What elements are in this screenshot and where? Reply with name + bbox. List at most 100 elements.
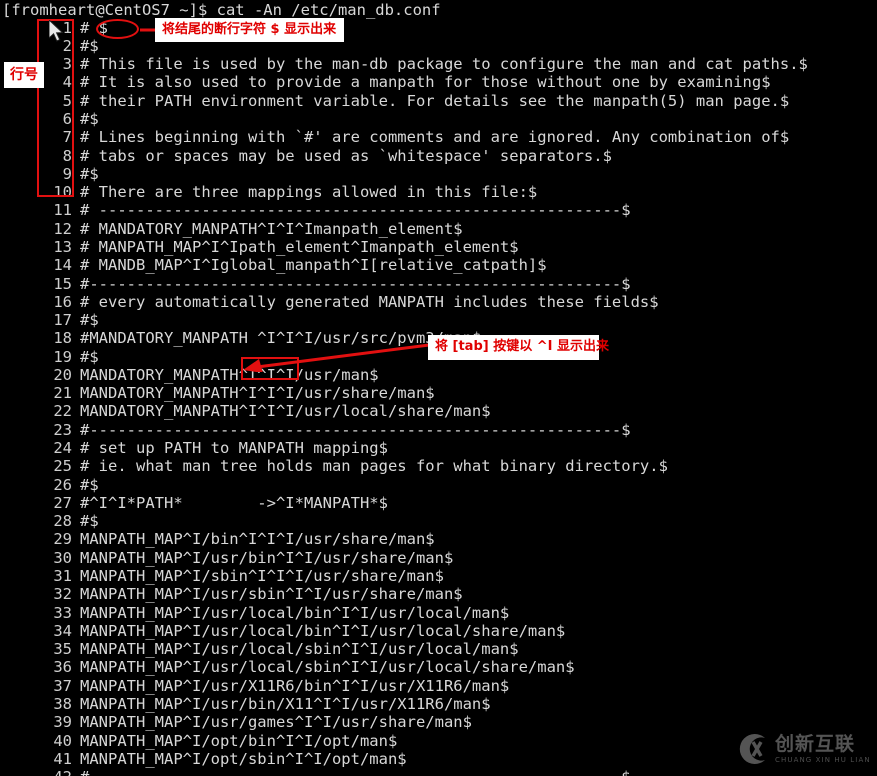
code-line: 28 #$ [0, 512, 877, 530]
line-number: 37 [53, 676, 72, 695]
line-content: #^I^I*PATH* ->^I*MANPATH*$ [80, 493, 388, 512]
line-content: # There are three mappings allowed in th… [80, 183, 538, 202]
line-number: 17 [53, 311, 72, 330]
line-content: # every automatically generated MANPATH … [80, 292, 659, 311]
line-number: 32 [53, 585, 72, 604]
line-number: 36 [53, 658, 72, 677]
line-number: 31 [53, 567, 72, 585]
line-content: MANPATH_MAP^I/usr/X11R6/bin^I^I/usr/X11R… [80, 676, 510, 695]
line-number: 16 [53, 292, 72, 311]
line-content: #$ [80, 347, 99, 366]
code-line: 25 # ie. what man tree holds man pages fo… [0, 457, 877, 475]
line-number: 41 [53, 749, 72, 768]
line-number: 13 [53, 237, 72, 256]
line-content: # Lines beginning with `#' are comments … [80, 128, 790, 147]
line-content: MANPATH_MAP^I/usr/sbin^I^I/usr/share/man… [80, 585, 463, 604]
line-number: 33 [53, 603, 72, 622]
line-number: 15 [53, 274, 72, 293]
line-content: #---------------------------------------… [80, 768, 631, 776]
line-number: 42 [0, 768, 72, 776]
code-line: 33 MANPATH_MAP^I/usr/local/bin^I^I/usr/lo… [0, 604, 877, 622]
code-line: 6 #$ [0, 110, 877, 128]
code-line: 8 # tabs or spaces may be used as `whites… [0, 147, 877, 165]
code-line: 37 MANPATH_MAP^I/usr/X11R6/bin^I^I/usr/X1… [0, 677, 877, 695]
line-number: 11 [53, 201, 72, 220]
terminal-screenshot: [fromheart@CentOS7 ~]$ cat -An /etc/man_… [0, 0, 877, 776]
line-content: MANDATORY_MANPATH^I^I^I/usr/share/man$ [80, 384, 435, 403]
code-line: 12 # MANDATORY_MANPATH^I^I^Imanpath_eleme… [0, 220, 877, 238]
watermark: 创新互联 CHUANG XIN HU LIAN [735, 726, 873, 772]
line-content: #$ [80, 512, 99, 531]
dollar-sign-highlight-ellipse [96, 19, 139, 39]
line-content: MANPATH_MAP^I/usr/local/bin^I^I/usr/loca… [80, 621, 566, 640]
code-line: 32 MANPATH_MAP^I/usr/sbin^I^I/usr/share/m… [0, 585, 877, 603]
line-content: MANDATORY_MANPATH^I^I^I/usr/local/share/… [80, 402, 491, 421]
line-content: MANPATH_MAP^I/opt/bin^I^I/opt/man$ [80, 731, 398, 750]
line-number: 18 [53, 329, 72, 348]
code-line: 3 # This file is used by the man-db packa… [0, 55, 877, 73]
line-content: # MANPATH_MAP^I^Ipath_element^Imanpath_e… [80, 237, 519, 256]
code-line: 29 MANPATH_MAP^I/bin^I^I^I/usr/share/man$ [0, 530, 877, 548]
watermark-cn: 创新互联 [775, 732, 856, 755]
line-content: # MANDB_MAP^I^Iglobal_manpath^I[relative… [80, 256, 547, 275]
line-number: 23 [53, 420, 72, 439]
line-content: # It is also used to provide a manpath f… [80, 73, 771, 92]
line-content: MANPATH_MAP^I/usr/bin^I^I/usr/share/man$ [80, 548, 454, 567]
code-line: 14 # MANDB_MAP^I^Iglobal_manpath^I[relati… [0, 256, 877, 274]
line-number: 40 [53, 731, 72, 750]
dollar-sign-note: 将结尾的断行字符 $ 显示出来 [155, 18, 344, 42]
line-content: MANPATH_MAP^I/opt/sbin^I^I/opt/man$ [80, 749, 407, 768]
line-content: # tabs or spaces may be used as `whitesp… [80, 146, 612, 165]
shell-prompt-command: [fromheart@CentOS7 ~]$ cat -An /etc/man_… [2, 1, 441, 19]
code-line: 15 #-------------------------------------… [0, 275, 877, 293]
code-line: 34 MANPATH_MAP^I/usr/local/bin^I^I/usr/lo… [0, 622, 877, 640]
code-line: 38 MANPATH_MAP^I/usr/bin/X11^I^I/usr/X11R… [0, 695, 877, 713]
code-line: 10 # There are three mappings allowed in … [0, 183, 877, 201]
line-number: 29 [53, 530, 72, 549]
code-line: 26 #$ [0, 476, 877, 494]
line-content: #$ [80, 475, 99, 494]
line-content: MANPATH_MAP^I/bin^I^I^I/usr/share/man$ [80, 530, 435, 549]
code-line: 27 #^I^I*PATH* ->^I*MANPATH*$ [0, 494, 877, 512]
code-line: 9 #$ [0, 165, 877, 183]
line-number: 26 [53, 475, 72, 494]
line-content: #$ [80, 164, 99, 183]
line-number: 24 [53, 439, 72, 458]
line-content: # This file is used by the man-db packag… [80, 55, 808, 74]
line-number: 38 [53, 694, 72, 713]
code-line: 4 # It is also used to provide a manpath … [0, 73, 877, 91]
line-number: 34 [53, 621, 72, 640]
line-number: 22 [53, 402, 72, 421]
code-line: 35 MANPATH_MAP^I/usr/local/sbin^I^I/usr/l… [0, 640, 877, 658]
line-number: 25 [53, 457, 72, 476]
line-number-highlight-box [37, 19, 74, 197]
watermark-logo-icon [739, 734, 765, 764]
line-content: #$ [80, 110, 99, 128]
line-number: 35 [53, 640, 72, 659]
line-number: 39 [53, 713, 72, 732]
code-line: 21 MANDATORY_MANPATH^I^I^I/usr/share/man$ [0, 384, 877, 402]
line-number: 28 [53, 512, 72, 531]
code-line: 23 #-------------------------------------… [0, 421, 877, 439]
line-number-annotation-label: 行号 [4, 62, 44, 88]
code-line: 36 MANPATH_MAP^I/usr/local/sbin^I^I/usr/l… [0, 658, 877, 676]
line-content: MANPATH_MAP^I/usr/games^I^I/usr/share/ma… [80, 713, 472, 732]
code-line: 13 # MANPATH_MAP^I^Ipath_element^Imanpath… [0, 238, 877, 256]
code-line: 7 # Lines beginning with `#' are comments… [0, 128, 877, 146]
line-content: # --------------------------------------… [80, 201, 631, 220]
line-content: # set up PATH to MANPATH mapping$ [80, 439, 388, 458]
line-number: 19 [53, 347, 72, 366]
line-content: #---------------------------------------… [80, 274, 631, 293]
line-content: MANPATH_MAP^I/usr/local/bin^I^I/usr/loca… [80, 603, 510, 622]
line-content: MANPATH_MAP^I/sbin^I^I^I/usr/share/man$ [80, 567, 444, 585]
line-content: MANPATH_MAP^I/usr/local/sbin^I^I/usr/loc… [80, 640, 519, 659]
line-number: 14 [53, 256, 72, 275]
watermark-text: 创新互联 CHUANG XIN HU LIAN [775, 732, 871, 765]
code-line: 30 MANPATH_MAP^I/usr/bin^I^I/usr/share/ma… [0, 549, 877, 567]
code-line: 2 #$ [0, 37, 877, 55]
line-content: # ie. what man tree holds man pages for … [80, 457, 668, 476]
line-content: MANPATH_MAP^I/usr/local/sbin^I^I/usr/loc… [80, 658, 575, 677]
code-line: 24 # set up PATH to MANPATH mapping$ [0, 439, 877, 457]
code-line: 31 MANPATH_MAP^I/sbin^I^I^I/usr/share/man… [0, 567, 877, 585]
line-number: 20 [53, 365, 72, 384]
